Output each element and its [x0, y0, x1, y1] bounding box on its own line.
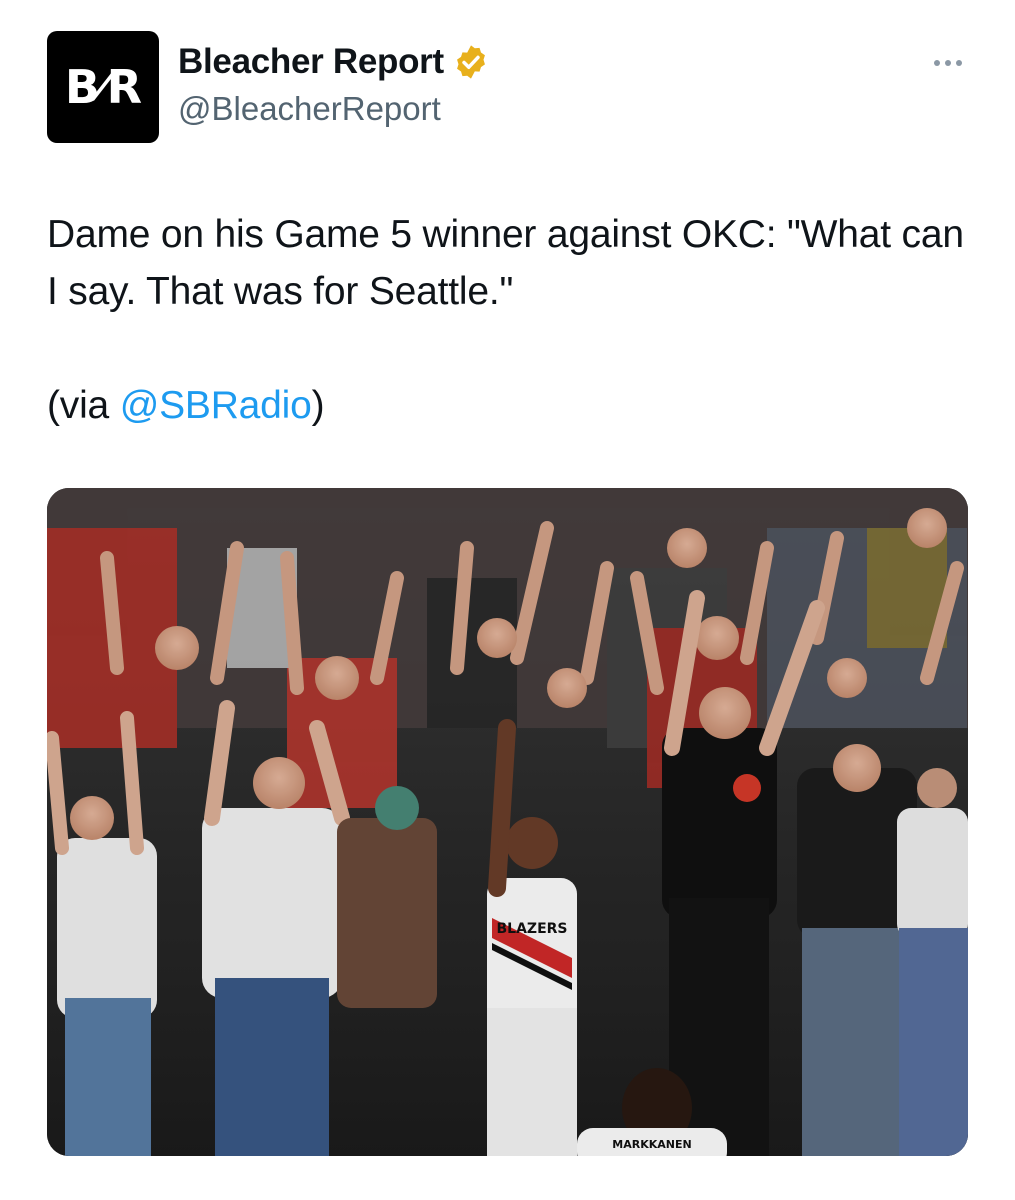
tweet-via-line: (via @SBRadio): [47, 377, 977, 434]
avatar[interactable]: B ⁄ R: [47, 31, 159, 143]
avatar-letter-b: B: [64, 60, 100, 114]
tweet-card: B ⁄ R Bleacher Report @BleacherReport Dame…: [0, 0, 1015, 1200]
more-options-button[interactable]: [928, 48, 968, 78]
tweet-photo[interactable]: BLAZERS MARKKANEN: [47, 488, 968, 1156]
verified-badge-icon: [452, 43, 490, 81]
tweet-text: Dame on his Game 5 winner against OKC: "…: [47, 206, 977, 434]
via-prefix: (via: [47, 384, 120, 427]
ellipsis-icon-dot: [934, 60, 940, 66]
author-name-row: Bleacher Report: [178, 42, 490, 82]
ellipsis-icon-dot: [956, 60, 962, 66]
via-suffix: ): [311, 384, 325, 427]
crowd-celebration-photo: BLAZERS MARKKANEN: [47, 488, 968, 1156]
tweet-text-line: Dame on his Game 5 winner against OKC: "…: [47, 213, 964, 313]
author-display-name[interactable]: Bleacher Report: [178, 42, 444, 82]
mention-link-sbradio[interactable]: @SBRadio: [120, 384, 312, 427]
author-handle[interactable]: @BleacherReport: [178, 90, 441, 128]
avatar-letter-r: R: [106, 60, 142, 114]
ellipsis-icon-dot: [945, 60, 951, 66]
